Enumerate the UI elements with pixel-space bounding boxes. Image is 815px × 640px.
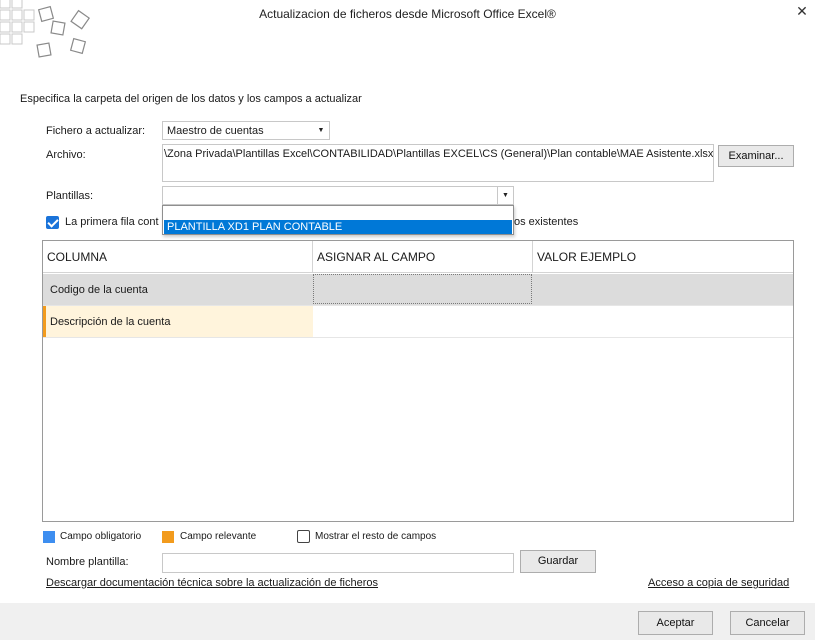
- dropdown-option[interactable]: PLANTILLA XD1 PLAN CONTABLE: [164, 220, 512, 234]
- examinar-button[interactable]: Examinar...: [718, 145, 794, 167]
- chevron-down-icon[interactable]: ▼: [497, 187, 513, 204]
- plantillas-select[interactable]: ▼: [162, 186, 514, 205]
- cell-asignar-campo[interactable]: [313, 274, 532, 304]
- instructions-text: Especifica la carpeta del origen de los …: [20, 93, 362, 105]
- archivo-path-field[interactable]: \Zona Privada\Plantillas Excel\CONTABILI…: [162, 144, 714, 182]
- plantillas-dropdown-list: PLANTILLA XD1 PLAN CONTABLE: [162, 205, 514, 235]
- close-icon[interactable]: ✕: [792, 2, 812, 20]
- dropdown-empty-option[interactable]: [164, 207, 512, 219]
- column-header-asignar[interactable]: ASIGNAR AL CAMPO: [313, 241, 533, 273]
- dialog-footer: Aceptar Cancelar: [0, 603, 815, 640]
- mostrar-resto-checkbox[interactable]: [297, 530, 310, 543]
- aceptar-button[interactable]: Aceptar: [638, 611, 713, 635]
- fichero-select[interactable]: Maestro de cuentas ▼: [162, 121, 330, 140]
- table-row[interactable]: Codigo de la cuenta: [43, 274, 793, 306]
- cell-valor-ejemplo: [533, 274, 793, 305]
- nombre-plantilla-input[interactable]: [162, 553, 514, 573]
- cell-asignar-campo[interactable]: [313, 306, 533, 337]
- nombre-plantilla-label: Nombre plantilla:: [46, 556, 129, 568]
- column-header-valor[interactable]: VALOR EJEMPLO: [533, 241, 793, 273]
- chevron-down-icon: ▼: [317, 127, 325, 134]
- cell-valor-ejemplo: [533, 306, 793, 337]
- fichero-value: Maestro de cuentas: [167, 125, 264, 137]
- first-row-label-tail: os existentes: [514, 216, 579, 228]
- fichero-label: Fichero a actualizar:: [46, 125, 146, 137]
- guardar-button[interactable]: Guardar: [520, 550, 596, 573]
- archivo-path-text: \Zona Privada\Plantillas Excel\CONTABILI…: [164, 148, 714, 160]
- cell-columna: Codigo de la cuenta: [50, 284, 148, 296]
- first-row-checkbox[interactable]: [46, 216, 59, 229]
- table-row[interactable]: Descripción de la cuenta: [43, 306, 793, 338]
- fields-grid: COLUMNA ASIGNAR AL CAMPO VALOR EJEMPLO C…: [42, 240, 794, 522]
- plantillas-label: Plantillas:: [46, 190, 94, 202]
- legend-relevante-label: Campo relevante: [180, 531, 257, 542]
- cell-columna: Descripción de la cuenta: [43, 306, 313, 337]
- legend-obligatorio-swatch: [43, 531, 55, 543]
- mostrar-resto-label: Mostrar el resto de campos: [315, 531, 437, 542]
- cancelar-button[interactable]: Cancelar: [730, 611, 805, 635]
- backup-link[interactable]: Acceso a copia de seguridad: [648, 577, 789, 589]
- first-row-label: La primera fila cont: [65, 216, 159, 228]
- column-header-columna[interactable]: COLUMNA: [43, 241, 313, 273]
- archivo-label: Archivo:: [46, 149, 86, 161]
- legend-obligatorio-label: Campo obligatorio: [60, 531, 142, 542]
- window-title: Actualizacion de ficheros desde Microsof…: [259, 7, 556, 21]
- doc-link[interactable]: Descargar documentación técnica sobre la…: [46, 577, 378, 589]
- legend-relevante-swatch: [162, 531, 174, 543]
